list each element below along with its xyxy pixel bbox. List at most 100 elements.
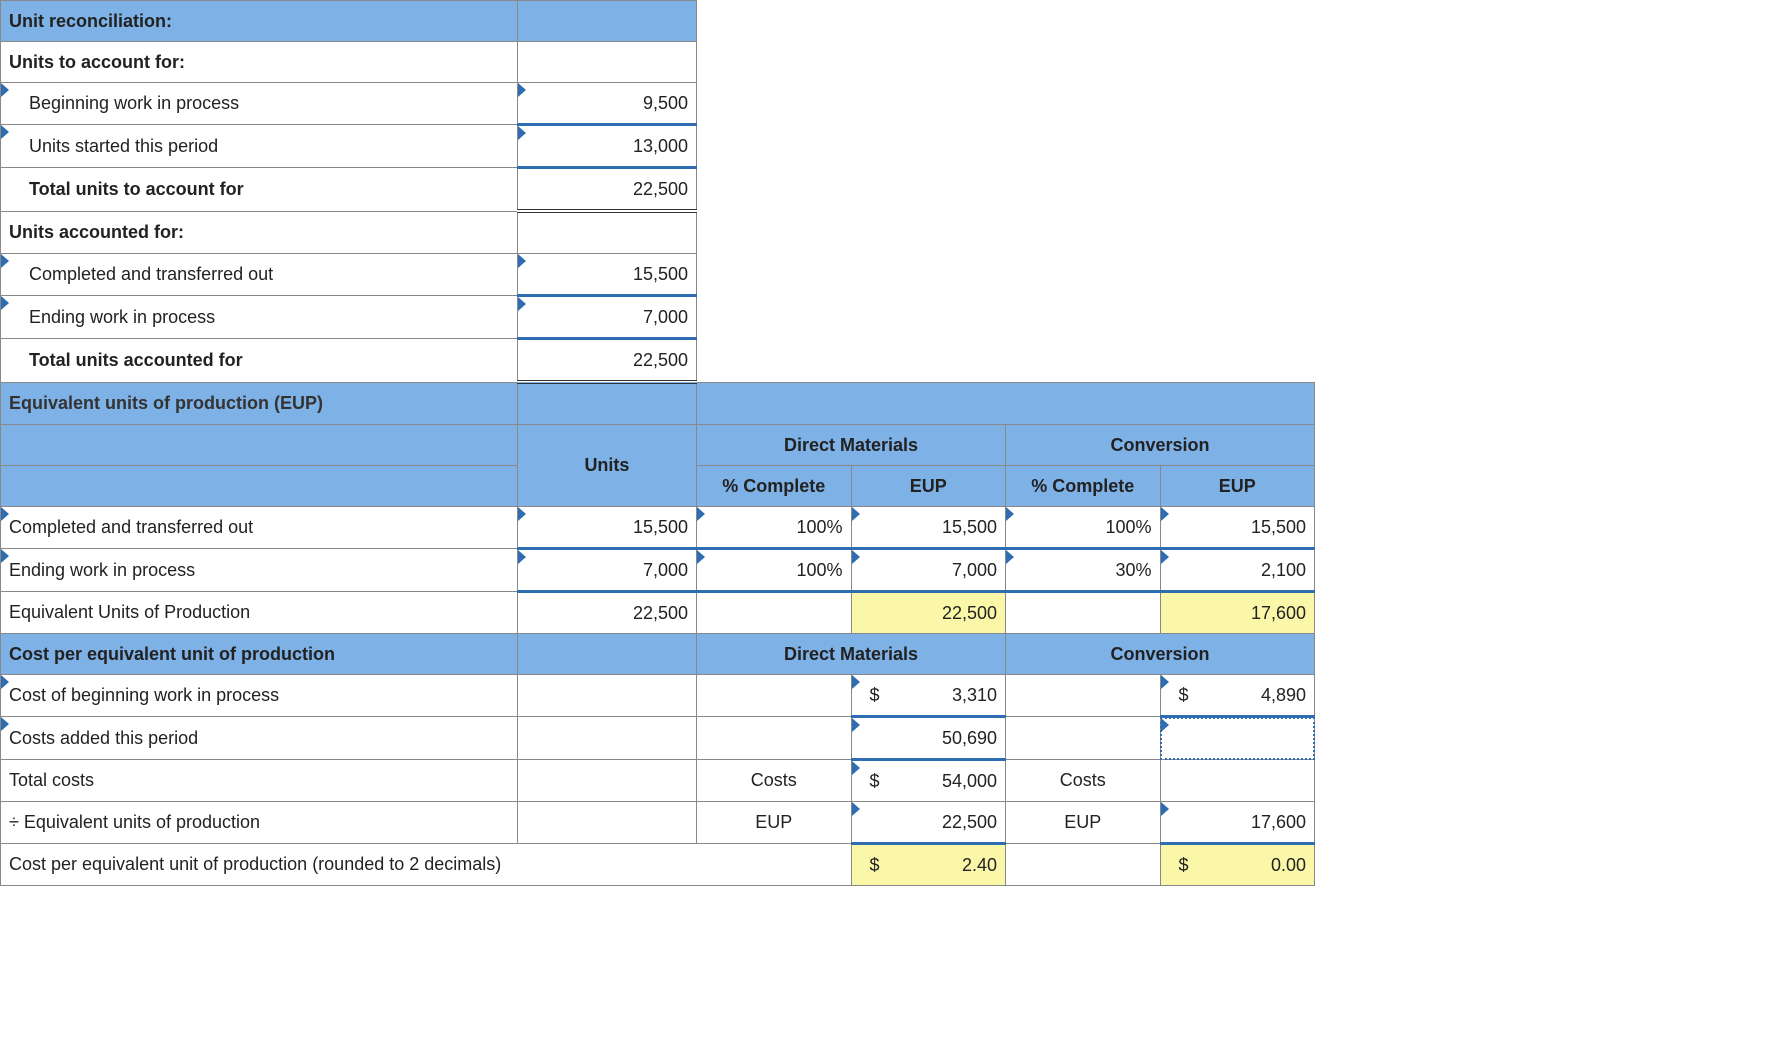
units-to-account-for-header: Units to account for: <box>1 42 518 83</box>
cpe-added-dm[interactable]: 50,690 <box>851 717 1005 760</box>
blank-cell <box>1006 717 1161 760</box>
cpe-eup-cv-sublabel: EUP <box>1006 802 1161 844</box>
cpe-added-label[interactable]: Costs added this period <box>1 717 518 760</box>
cv-pct-complete-header: % Complete <box>1006 466 1161 507</box>
total-uaf-value: 22,500 <box>517 339 696 383</box>
value-text: 0.00 <box>1271 855 1306 876</box>
ewip-label[interactable]: Ending work in process <box>1 296 518 339</box>
blank-cell <box>697 254 1315 296</box>
blank-cell <box>697 717 852 760</box>
eup-total-units: 22,500 <box>517 592 696 634</box>
eup-cv-pct[interactable]: 100% <box>1006 507 1161 549</box>
dm-eup-header: EUP <box>851 466 1005 507</box>
bwip-value[interactable]: 9,500 <box>517 83 696 125</box>
units-started-label[interactable]: Units started this period <box>1 125 518 168</box>
cpe-bwip-dm[interactable]: $3,310 <box>851 675 1005 717</box>
table-row: Cost per equivalent unit of production (… <box>1 844 1315 886</box>
cpe-section-header: Cost per equivalent unit of production <box>1 634 518 675</box>
eup-total-dm: 22,500 <box>851 592 1005 634</box>
unit-reconciliation-header: Unit reconciliation: <box>1 1 518 42</box>
blank-cell <box>697 1 1315 42</box>
table-row: Costs added this period 50,690 <box>1 717 1315 760</box>
blank-cell <box>1006 844 1161 886</box>
blank-cell <box>697 675 852 717</box>
table-row: Ending work in process 7,000 100% 7,000 … <box>1 549 1315 592</box>
blank-cell <box>517 675 696 717</box>
value-text: 4,890 <box>1261 685 1306 706</box>
blank-cell <box>697 83 1315 125</box>
value-text: 2.40 <box>962 855 997 876</box>
eup-dm-eup[interactable]: 7,000 <box>851 549 1005 592</box>
cpe-result-dm: $2.40 <box>851 844 1005 886</box>
units-accounted-for-header: Units accounted for: <box>1 211 518 254</box>
cpe-result-label: Cost per equivalent unit of production (… <box>1 844 852 886</box>
dm-pct-complete-header: % Complete <box>697 466 852 507</box>
total-uta-label: Total units to account for <box>1 168 518 212</box>
eup-cv-eup[interactable]: 15,500 <box>1160 507 1314 549</box>
eup-section-header: Equivalent units of production (EUP) <box>1 382 518 425</box>
eup-row-label[interactable]: Ending work in process <box>1 549 518 592</box>
eup-total-label: Equivalent Units of Production <box>1 592 518 634</box>
units-column-header: Units <box>517 425 696 507</box>
blank-cell <box>697 42 1315 83</box>
eup-dm-eup[interactable]: 15,500 <box>851 507 1005 549</box>
cpe-total-label: Total costs <box>1 760 518 802</box>
cpe-bwip-cv[interactable]: $4,890 <box>1160 675 1314 717</box>
bwip-label[interactable]: Beginning work in process <box>1 83 518 125</box>
table-row: Equivalent Units of Production 22,500 22… <box>1 592 1315 634</box>
blank-cell <box>1006 592 1161 634</box>
blank-cell <box>697 296 1315 339</box>
blank-cell <box>517 382 696 425</box>
blank-cell <box>697 382 1315 425</box>
blank-cell <box>697 168 1315 212</box>
blank-header <box>1 466 518 507</box>
completed-label[interactable]: Completed and transferred out <box>1 254 518 296</box>
blank-cell <box>1006 675 1161 717</box>
completed-value[interactable]: 15,500 <box>517 254 696 296</box>
table-row: ÷ Equivalent units of production EUP 22,… <box>1 802 1315 844</box>
blank-cell <box>517 211 696 254</box>
cpe-eup-sublabel: EUP <box>697 802 852 844</box>
blank-cell <box>697 592 852 634</box>
cpe-div-cv[interactable]: 17,600 <box>1160 802 1314 844</box>
cpe-costs-cv-sublabel: Costs <box>1006 760 1161 802</box>
cpe-total-cv <box>1160 760 1314 802</box>
eup-cv-eup[interactable]: 2,100 <box>1160 549 1314 592</box>
eup-row-label[interactable]: Completed and transferred out <box>1 507 518 549</box>
eup-units[interactable]: 7,000 <box>517 549 696 592</box>
eup-total-cv: 17,600 <box>1160 592 1314 634</box>
blank-cell <box>697 211 1315 254</box>
eup-units[interactable]: 15,500 <box>517 507 696 549</box>
cpe-bwip-label[interactable]: Cost of beginning work in process <box>1 675 518 717</box>
total-uta-value: 22,500 <box>517 168 696 212</box>
units-started-value[interactable]: 13,000 <box>517 125 696 168</box>
ewip-value[interactable]: 7,000 <box>517 296 696 339</box>
blank-cell <box>517 42 696 83</box>
cpe-div-dm[interactable]: 22,500 <box>851 802 1005 844</box>
value-text: 54,000 <box>942 771 997 792</box>
cpe-added-cv-input[interactable] <box>1160 717 1314 760</box>
eup-dm-pct[interactable]: 100% <box>697 549 852 592</box>
blank-cell <box>517 760 696 802</box>
cpe-total-dm[interactable]: $54,000 <box>851 760 1005 802</box>
cv-eup-header: EUP <box>1160 466 1314 507</box>
blank-cell <box>517 634 696 675</box>
total-uaf-label: Total units accounted for <box>1 339 518 383</box>
table-row: Cost of beginning work in process $3,310… <box>1 675 1315 717</box>
conversion-header: Conversion <box>1006 425 1315 466</box>
blank-cell <box>517 1 696 42</box>
blank-cell <box>517 802 696 844</box>
cpe-costs-sublabel: Costs <box>697 760 852 802</box>
cpe-conv-header: Conversion <box>1006 634 1315 675</box>
table-row: Completed and transferred out 15,500 100… <box>1 507 1315 549</box>
direct-materials-header: Direct Materials <box>697 425 1006 466</box>
blank-header <box>1 425 518 466</box>
table-row: Total costs Costs $54,000 Costs <box>1 760 1315 802</box>
eup-dm-pct[interactable]: 100% <box>697 507 852 549</box>
cost-report-table: Unit reconciliation: Units to account fo… <box>0 0 1315 886</box>
eup-cv-pct[interactable]: 30% <box>1006 549 1161 592</box>
cpe-result-cv: $0.00 <box>1160 844 1314 886</box>
blank-cell <box>697 125 1315 168</box>
cpe-dm-header: Direct Materials <box>697 634 1006 675</box>
blank-cell <box>697 339 1315 383</box>
